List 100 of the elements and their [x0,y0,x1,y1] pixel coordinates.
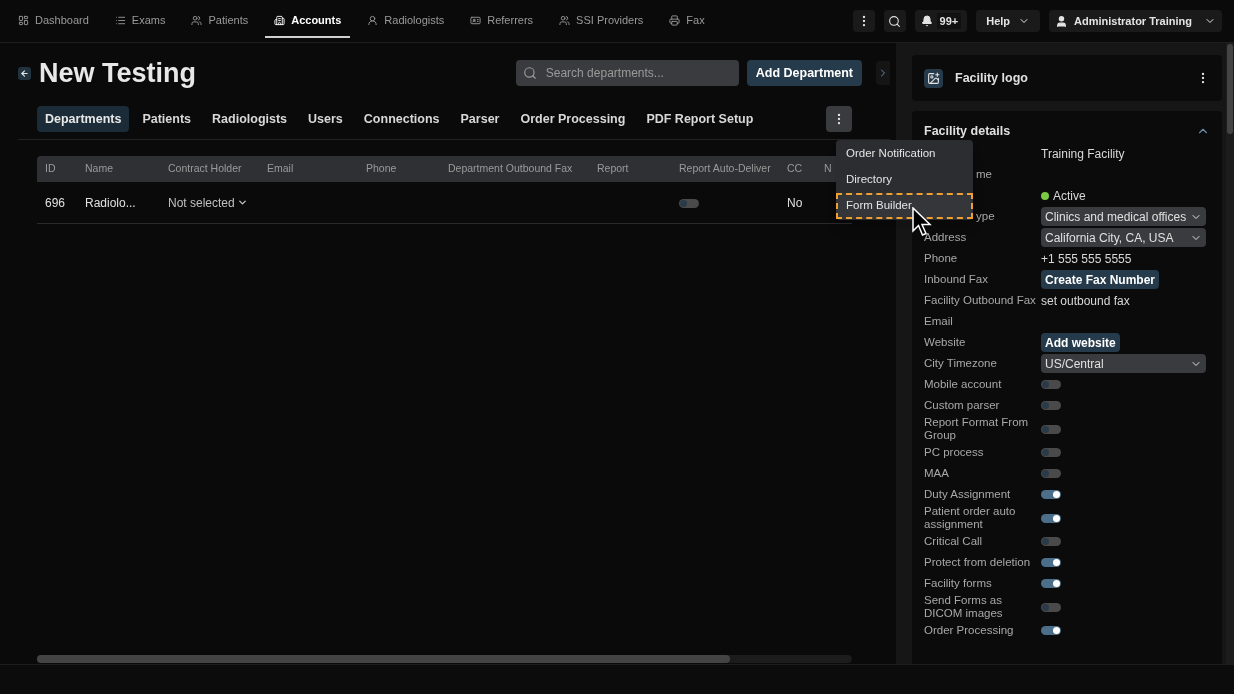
contract-holder-select[interactable]: Not selected [168,193,248,212]
search-field[interactable]: Search departments... [515,60,739,86]
toggle-switch[interactable] [1041,448,1061,457]
nav-tab[interactable]: SSI Providers [550,4,653,38]
section-tab[interactable]: Departments [37,106,130,132]
back-button[interactable] [18,66,31,80]
toggle-switch[interactable] [1041,401,1061,410]
field-label: Facility Outbound Fax [924,294,1036,306]
expand-panel-button[interactable] [876,61,890,85]
status-text: Active [1053,187,1086,205]
more-button[interactable] [852,10,875,32]
building-icon [274,14,286,26]
toggle-switch[interactable] [1041,602,1061,612]
field-label: Custom parser [924,399,1000,411]
column-header: N [824,162,832,175]
scrollbar[interactable] [37,655,852,663]
notification-count: 99+ [936,12,962,30]
section-tab[interactable]: Order Processing [512,106,634,132]
menu-item[interactable]: Order Notification [836,141,973,167]
toggle-switch[interactable] [1041,537,1061,546]
field-label: Protect from deletion [924,556,1031,568]
toggle-switch[interactable] [1041,380,1061,389]
user-icon [1055,14,1069,28]
list-icon [114,14,126,26]
section-tab[interactable]: Users [300,106,351,132]
table-cell: No [787,195,803,210]
column-header: CC [787,162,803,175]
field-button[interactable]: Add website [1041,333,1120,352]
section-tab[interactable]: Radiologists [204,106,296,132]
field-label: Mobile account [924,378,1002,390]
add-department-button[interactable]: Add Department [746,60,862,86]
section-tab[interactable]: Parser [452,106,508,132]
image-icon [924,68,943,88]
column-header: Report [597,162,629,175]
nav-tab[interactable]: Radiologists [358,4,454,38]
field-label: Patient order auto assignment [924,505,1016,530]
field-label: ype [976,210,995,222]
bell-icon [920,15,933,27]
field-label: PC process [924,446,984,458]
column-header: Report Auto-Deliver [679,162,771,175]
field-label: Order Processing [924,624,1014,636]
field-label: Report Format From Group [924,416,1029,441]
page-title: New Testing [39,56,197,90]
id-card-icon [470,14,482,26]
search-icon [522,66,537,80]
column-header: Department Outbound Fax [448,162,573,175]
users-icon [191,14,203,26]
dashboard-icon [18,14,29,26]
arrow-left-icon [20,68,29,78]
field-label: Duty Assignment [924,488,1011,500]
printer-icon [669,14,681,26]
column-header: ID [45,162,56,175]
field-value: set outbound fax [1041,292,1130,310]
table-cell: Radiolo... [85,195,136,210]
select-field[interactable]: Clinics and medical offices [1041,207,1206,226]
user-menu-button[interactable]: Administrator Training [1049,10,1222,32]
nav-tab[interactable]: Patients [182,4,258,38]
nav-tab[interactable]: Dashboard [9,4,98,38]
field-label: MAA [924,467,949,479]
field-label: Website [924,336,966,348]
toggle-switch[interactable] [679,198,699,208]
section-tab[interactable]: Connections [355,106,448,132]
field-label: me [976,168,992,180]
search-icon [888,14,901,28]
select-field[interactable]: California City, CA, USA [1041,228,1206,247]
users-icon [559,14,571,26]
card-title: Facility logo [955,69,1028,87]
field-label: Send Forms as DICOM images [924,594,1003,619]
toggle-switch[interactable] [1041,424,1061,434]
toggle-switch[interactable] [1041,579,1061,588]
chevron-down-icon [236,197,248,208]
column-header: Contract Holder [168,162,242,175]
column-header: Email [267,162,294,175]
notifications-button[interactable]: 99+ [914,10,968,32]
nav-tab[interactable]: Accounts [265,4,351,38]
section-tab[interactable]: PDF Report Setup [638,106,762,132]
person-icon [367,14,379,26]
toggle-switch[interactable] [1041,558,1061,567]
field-button[interactable]: Create Fax Number [1041,270,1160,289]
field-label: City Timezone [924,357,997,369]
menu-item[interactable]: Directory [836,167,973,193]
nav-tab[interactable]: Fax [660,4,714,38]
section-tab[interactable]: Patients [134,106,200,132]
toggle-switch[interactable] [1041,513,1061,523]
search-input[interactable]: Search departments... [545,64,732,82]
nav-tab[interactable]: Exams [105,4,175,38]
field-label: Email [924,315,953,327]
toggle-switch[interactable] [1041,469,1061,478]
search-button[interactable] [883,10,906,32]
help-button[interactable]: Help [976,10,1041,32]
field-label: Inbound Fax [924,273,988,285]
field-value: +1 555 555 5555 [1041,250,1132,268]
field-label: Address [924,231,967,243]
toggle-switch[interactable] [1041,490,1061,499]
toggle-switch[interactable] [1041,626,1061,635]
field-label: Facility forms [924,577,992,589]
select-field[interactable]: US/Central [1041,354,1206,373]
menu-item[interactable]: Form Builder [836,193,973,219]
scrollbar[interactable] [1226,43,1234,664]
nav-tab[interactable]: Referrers [461,4,543,38]
